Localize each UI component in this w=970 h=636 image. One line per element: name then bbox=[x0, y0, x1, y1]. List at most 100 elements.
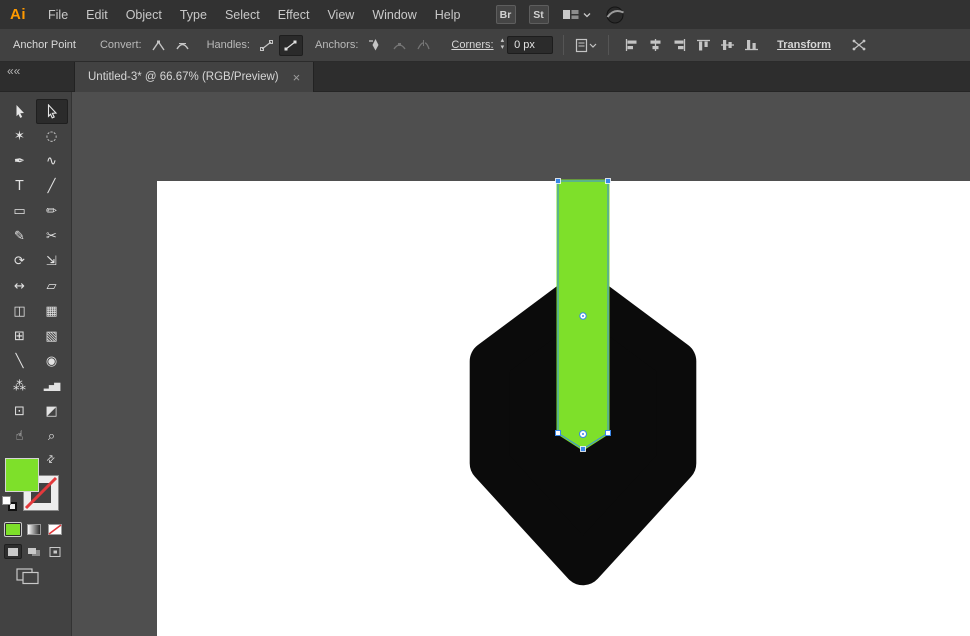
direct-selection-tool[interactable] bbox=[35, 99, 68, 124]
anchor-handle-top-right[interactable] bbox=[605, 178, 611, 184]
document-presets-dropdown[interactable] bbox=[574, 35, 598, 56]
lasso-tool[interactable]: ◌ bbox=[36, 124, 68, 149]
mesh-tool[interactable]: ⊞ bbox=[4, 324, 36, 349]
menu-select[interactable]: Select bbox=[216, 8, 269, 22]
rectangle-icon: ▭ bbox=[13, 204, 26, 219]
gradient-button[interactable] bbox=[25, 522, 43, 537]
menu-file[interactable]: File bbox=[39, 8, 77, 22]
draw-inside-button[interactable] bbox=[46, 544, 64, 559]
mesh-icon: ⊞ bbox=[14, 329, 25, 344]
illustrator-window: Ai File Edit Object Type Select Effect V… bbox=[0, 0, 970, 636]
gradient-tool[interactable]: ▧ bbox=[36, 324, 68, 349]
workspace-switcher[interactable] bbox=[562, 8, 591, 21]
paintbrush-icon: ✏ bbox=[46, 204, 57, 219]
width-tool[interactable]: ↔ bbox=[4, 274, 36, 299]
menu-window[interactable]: Window bbox=[363, 8, 425, 22]
convert-to-smooth-button[interactable] bbox=[171, 35, 195, 56]
align-horizontal-right-button[interactable] bbox=[667, 35, 691, 56]
screen-mode-button[interactable] bbox=[16, 568, 40, 590]
fill-swatch[interactable] bbox=[5, 458, 39, 492]
cut-path-button[interactable] bbox=[411, 35, 435, 56]
hand-tool[interactable]: ☝ bbox=[4, 424, 36, 449]
divider bbox=[608, 35, 610, 55]
tab-close-icon[interactable]: × bbox=[293, 70, 301, 85]
selection-arrow-icon bbox=[16, 105, 24, 118]
remove-anchor-button[interactable] bbox=[363, 35, 387, 56]
corners-link[interactable]: Corners: bbox=[451, 39, 493, 51]
none-button[interactable] bbox=[46, 522, 64, 537]
isolate-options-button[interactable] bbox=[847, 35, 871, 56]
bridge-button[interactable]: Br bbox=[495, 5, 516, 24]
collapse-panel-chevrons[interactable]: «« bbox=[7, 64, 20, 78]
line-segment-tool[interactable]: ╱ bbox=[36, 174, 68, 199]
anchor-handle-bottom-point[interactable] bbox=[580, 446, 586, 452]
draw-normal-button[interactable] bbox=[4, 544, 22, 559]
canvas-area[interactable] bbox=[72, 92, 970, 636]
shaper-tool[interactable]: ✎ bbox=[4, 224, 36, 249]
scissors-icon: ✂ bbox=[46, 229, 57, 244]
type-icon: T bbox=[15, 179, 24, 194]
slice-tool[interactable]: ◩ bbox=[36, 399, 68, 424]
scale-tool[interactable]: ⇲ bbox=[36, 249, 68, 274]
pen-nib-icon bbox=[368, 39, 379, 51]
scissors-tool[interactable]: ✂ bbox=[36, 224, 68, 249]
type-tool[interactable]: T bbox=[4, 174, 36, 199]
live-corner-dot bbox=[582, 433, 584, 435]
draw-inside-icon bbox=[49, 546, 61, 557]
slice-icon: ◩ bbox=[45, 404, 58, 419]
menu-effect[interactable]: Effect bbox=[269, 8, 319, 22]
menu-view[interactable]: View bbox=[318, 8, 363, 22]
corners-stepper[interactable]: ▴ ▾ bbox=[501, 37, 505, 52]
free-transform-tool[interactable]: ▱ bbox=[36, 274, 68, 299]
draw-behind-button[interactable] bbox=[25, 544, 43, 559]
align-vertical-bottom-button[interactable] bbox=[739, 35, 763, 56]
stepper-down-icon[interactable]: ▾ bbox=[501, 44, 505, 52]
curvature-tool[interactable]: ∿ bbox=[36, 149, 68, 174]
free-transform-icon: ▱ bbox=[46, 279, 57, 294]
menu-type[interactable]: Type bbox=[171, 8, 216, 22]
eyedropper-tool[interactable]: ╲ bbox=[4, 349, 36, 374]
color-button[interactable] bbox=[4, 522, 22, 537]
document-tab[interactable]: Untitled-3* @ 66.67% (RGB/Preview) × bbox=[74, 62, 315, 92]
hide-handles-button[interactable] bbox=[255, 35, 279, 56]
menu-help[interactable]: Help bbox=[426, 8, 470, 22]
perspective-grid-tool[interactable]: ▦ bbox=[36, 299, 68, 324]
artboard-tool[interactable]: ⊡ bbox=[4, 399, 36, 424]
align-horizontal-left-button[interactable] bbox=[619, 35, 643, 56]
show-handles-button[interactable] bbox=[278, 34, 303, 56]
menu-edit[interactable]: Edit bbox=[77, 8, 117, 22]
line-segment-icon: ╱ bbox=[47, 179, 56, 194]
pen-tool[interactable]: ✒ bbox=[4, 149, 36, 174]
handles-label: Handles: bbox=[206, 39, 250, 51]
anchor-handle-mid-left[interactable] bbox=[555, 430, 561, 436]
paintbrush-tool[interactable]: ✏ bbox=[36, 199, 68, 224]
stock-button[interactable]: St bbox=[528, 5, 549, 24]
swap-fill-stroke-icon[interactable]: ⇄ bbox=[44, 453, 58, 467]
align-horizontal-center-button[interactable] bbox=[643, 35, 667, 56]
direct-selection-arrow-icon bbox=[47, 104, 57, 119]
zoom-tool[interactable]: ⌕ bbox=[36, 424, 68, 449]
rectangle-tool[interactable]: ▭ bbox=[4, 199, 36, 224]
symbol-sprayer-tool[interactable]: ⁂ bbox=[4, 374, 36, 399]
column-graph-tool[interactable]: ▂▅▇ bbox=[36, 374, 68, 399]
cut-path-icon bbox=[417, 39, 430, 49]
swoosh-globe-icon[interactable] bbox=[604, 5, 626, 25]
rotate-tool[interactable]: ⟳ bbox=[4, 249, 36, 274]
transform-link[interactable]: Transform bbox=[777, 39, 831, 51]
align-vertical-center-button[interactable] bbox=[715, 35, 739, 56]
menu-object[interactable]: Object bbox=[117, 8, 171, 22]
connect-path-button[interactable] bbox=[387, 35, 411, 56]
align-v-center-icon bbox=[720, 40, 734, 50]
selection-tool[interactable] bbox=[4, 99, 36, 124]
color-mode-row bbox=[4, 522, 64, 537]
anchor-handle-top-left[interactable] bbox=[555, 178, 561, 184]
default-fill-stroke-icon[interactable] bbox=[2, 496, 18, 512]
align-vertical-top-button[interactable] bbox=[691, 35, 715, 56]
convert-to-corner-button[interactable] bbox=[147, 35, 171, 56]
blend-tool[interactable]: ◉ bbox=[36, 349, 68, 374]
menu-bar: Ai File Edit Object Type Select Effect V… bbox=[0, 0, 970, 29]
anchor-handle-mid-right[interactable] bbox=[605, 430, 611, 436]
magic-wand-tool[interactable]: ✶ bbox=[4, 124, 36, 149]
shape-builder-tool[interactable]: ◫ bbox=[4, 299, 36, 324]
corners-input[interactable] bbox=[507, 36, 554, 54]
